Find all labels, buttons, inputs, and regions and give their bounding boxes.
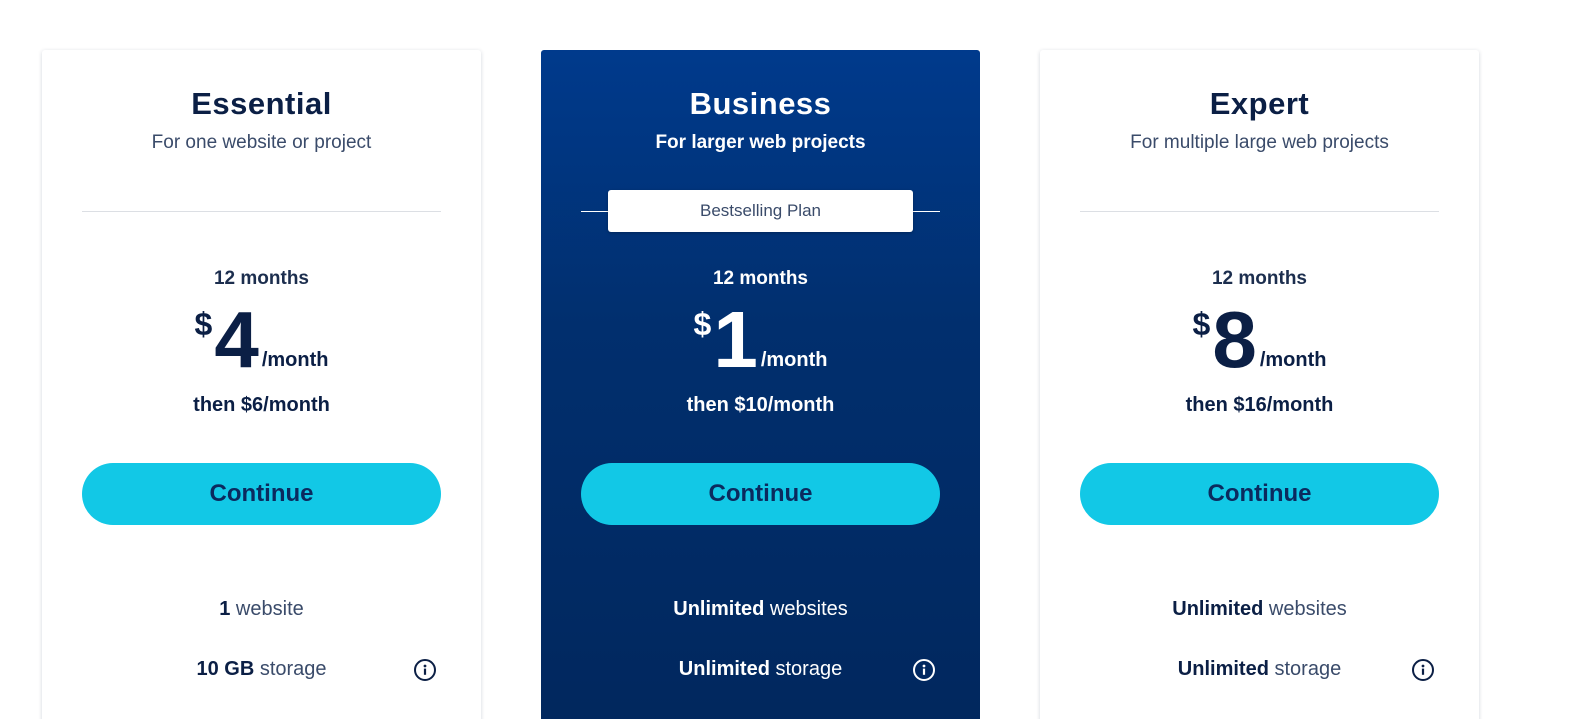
plan-subtitle: For multiple large web projects — [1130, 132, 1389, 153]
price-period: /month — [1259, 349, 1327, 371]
currency-symbol: $ — [1192, 306, 1211, 342]
plan-price: $8/month — [1040, 300, 1479, 380]
currency-symbol: $ — [693, 306, 712, 342]
feature-value: Unlimited — [1172, 598, 1264, 620]
plan-title: Expert — [1209, 86, 1310, 121]
feature-websites: 1 website — [42, 598, 481, 621]
price-period: /month — [261, 349, 329, 371]
plan-term: 12 months — [712, 268, 809, 289]
continue-button-business[interactable]: Continue — [581, 463, 940, 525]
feature-websites: Unlimited websites — [1040, 598, 1479, 621]
plan-term: 12 months — [213, 268, 310, 289]
feature-label: websites — [764, 598, 848, 620]
info-circle-icon[interactable] — [913, 659, 935, 681]
plan-term: 12 months — [1211, 268, 1308, 289]
info-circle-icon[interactable] — [414, 659, 436, 681]
renewal-price: then $10/month — [686, 394, 835, 416]
price-amount: 8 — [1212, 295, 1256, 384]
price-period: /month — [760, 349, 828, 371]
feature-label: storage — [1268, 658, 1342, 680]
feature-value: Unlimited — [673, 598, 765, 620]
plan-price: $4/month — [42, 300, 481, 380]
continue-button-essential[interactable]: Continue — [82, 463, 441, 525]
bestselling-badge: Bestselling Plan — [608, 190, 913, 232]
plan-card-expert: Expert For multiple large web projects 1… — [1040, 50, 1479, 719]
price-amount: 1 — [713, 295, 757, 384]
feature-value: 10 GB — [196, 658, 255, 680]
plan-price: $1/month — [541, 300, 980, 380]
plan-subtitle: For larger web projects — [655, 132, 866, 153]
plan-title: Business — [689, 86, 832, 121]
pricing-section: Essential For one website or project 12 … — [0, 0, 1571, 719]
feature-websites: Unlimited websites — [541, 598, 980, 621]
renewal-price: then $6/month — [193, 394, 330, 416]
continue-button-expert[interactable]: Continue — [1080, 463, 1439, 525]
feature-value: Unlimited — [1177, 658, 1269, 680]
plan-card-essential: Essential For one website or project 12 … — [42, 50, 481, 719]
feature-label: website — [230, 598, 304, 620]
divider — [82, 211, 441, 212]
feature-label: storage — [254, 658, 327, 680]
plan-title: Essential — [191, 86, 332, 121]
price-amount: 4 — [214, 295, 258, 384]
plan-subtitle: For one website or project — [151, 132, 372, 153]
plan-card-business: Business For larger web projects Bestsel… — [541, 50, 980, 719]
currency-symbol: $ — [194, 306, 213, 342]
info-circle-icon[interactable] — [1412, 659, 1434, 681]
feature-value: Unlimited — [678, 658, 770, 680]
feature-label: websites — [1263, 598, 1347, 620]
feature-value: 1 — [219, 598, 231, 620]
divider — [1080, 211, 1439, 212]
renewal-price: then $16/month — [1185, 394, 1334, 416]
feature-label: storage — [769, 658, 843, 680]
